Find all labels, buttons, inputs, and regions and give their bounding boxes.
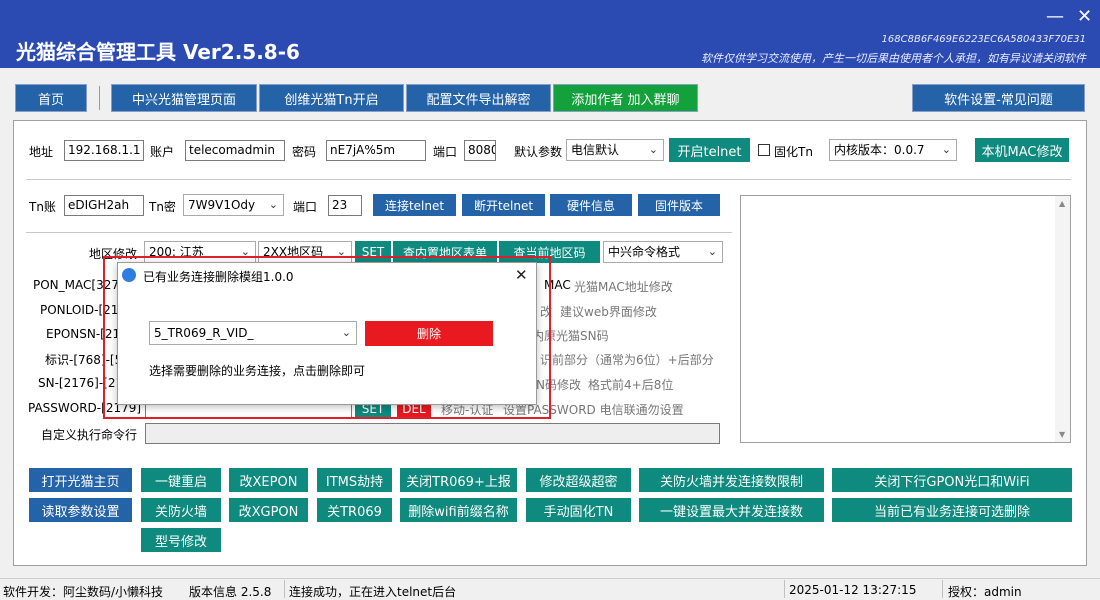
divider [26, 179, 1071, 180]
home-button[interactable]: 首页 [15, 84, 87, 112]
minimize-button[interactable]: — [1046, 8, 1064, 26]
account-input[interactable]: telecomadmin [185, 140, 285, 161]
delete-wifi-prefix-button[interactable]: 删除wifi前缀名称 [400, 498, 517, 522]
pon-mac-hint: 光猫MAC地址修改 [574, 280, 673, 294]
hardware-info-button[interactable]: 硬件信息 [550, 194, 632, 216]
command-format-select[interactable]: 中兴命令格式 ⌄ [603, 241, 723, 263]
log-output-area[interactable] [740, 195, 1071, 443]
fix-tn-label: 固化Tn [774, 145, 813, 159]
chevron-down-icon: ⌄ [707, 245, 717, 258]
app-logo-icon [122, 268, 136, 282]
tn-port-label: 端口 [293, 200, 318, 214]
one-click-reboot-button[interactable]: 一键重启 [141, 468, 221, 492]
port-label: 端口 [433, 145, 458, 159]
close-gpon-wifi-button[interactable]: 关闭下行GPON光口和WiFi [832, 468, 1072, 492]
status-bar [0, 578, 1100, 600]
nav-divider [99, 86, 100, 110]
chevron-down-icon: ⌄ [341, 326, 351, 339]
max-concurrent-button[interactable]: 一键设置最大并发连接数 [639, 498, 824, 522]
password-input[interactable]: nE7jA%5m [326, 140, 426, 161]
port-input[interactable]: 8080 [464, 140, 496, 161]
auth-info: 授权：admin [948, 585, 1022, 599]
version-info: 版本信息 2.5.8 [189, 585, 272, 599]
change-xgpon-button[interactable]: 改XGPON [229, 498, 308, 522]
settings-faq-button[interactable]: 软件设置-常见问题 [912, 84, 1085, 112]
ponloid-hint: 建议web界面修改 [560, 305, 657, 319]
manual-fix-tn-button[interactable]: 手动固化TN [526, 498, 631, 522]
machine-hash: 168C8B6F469E6223EC6A580433F70E31 [881, 34, 1086, 45]
firewall-conn-limit-button[interactable]: 关防火墙并发连接数限制 [639, 468, 824, 492]
dialog-title: 已有业务连接删除模组1.0.0 [143, 270, 294, 284]
close-firewall-button[interactable]: 关防火墙 [141, 498, 221, 522]
add-author-button[interactable]: 添加作者 加入群聊 [553, 84, 698, 112]
kernel-version-select[interactable]: 内核版本：0.0.7 ⌄ [829, 139, 957, 161]
config-export-button[interactable]: 配置文件导出解密 [406, 84, 551, 112]
status-divider [784, 580, 785, 598]
status-message: 连接成功，正在进入telnet后台 [289, 585, 457, 599]
dialog-close-button[interactable]: ✕ [515, 266, 528, 284]
close-tr069-report-button[interactable]: 关闭TR069+上报 [400, 468, 517, 492]
tn-password-select[interactable]: 7W9V1Ody ⌄ [183, 194, 284, 216]
connect-telnet-button[interactable]: 连接telnet [373, 194, 456, 216]
model-modify-button[interactable]: 型号修改 [141, 528, 221, 552]
delete-connections-button[interactable]: 当前已有业务连接可选删除 [832, 498, 1072, 522]
close-tr069-button[interactable]: 关TR069 [317, 498, 392, 522]
disclaimer-text: 软件仅供学习交流使用，产生一切后果由使用者个人承担，如有异议请关闭软件 [701, 52, 1086, 65]
read-params-button[interactable]: 读取参数设置 [29, 498, 132, 522]
mac-modify-button[interactable]: 本机MAC修改 [975, 138, 1069, 162]
identifier-tail: 识前部分（通常为6位）+后部分 [540, 353, 714, 367]
sn-hint: 格式前4+后8位 [588, 378, 674, 392]
custom-command-label: 自定义执行命令行 [41, 428, 138, 442]
tn-account-input[interactable]: eDIGH2ah [64, 195, 144, 216]
tn-password-label: Tn密 [149, 200, 176, 214]
change-xepon-button[interactable]: 改XEPON [229, 468, 308, 492]
divider [26, 232, 732, 233]
dialog-hint: 选择需要删除的业务连接，点击删除即可 [149, 364, 366, 378]
scroll-down-icon[interactable]: ▼ [1059, 430, 1065, 439]
fix-tn-checkbox[interactable] [758, 144, 770, 156]
chevron-down-icon: ⌄ [268, 198, 278, 211]
tn-account-label: Tn账 [29, 200, 56, 214]
modify-super-password-button[interactable]: 修改超级超密 [526, 468, 631, 492]
chevron-down-icon: ⌄ [648, 143, 658, 156]
tn-port-input[interactable]: 23 [328, 195, 362, 216]
address-input[interactable]: 192.168.1.1 [64, 140, 144, 161]
firmware-version-button[interactable]: 固件版本 [638, 194, 720, 216]
address-label: 地址 [29, 145, 54, 159]
disconnect-telnet-button[interactable]: 断开telnet [462, 194, 545, 216]
delete-button[interactable]: 删除 [365, 321, 493, 346]
log-scrollbar[interactable] [1055, 196, 1070, 442]
password-label: 密码 [292, 145, 317, 159]
default-params-select[interactable]: 电信默认 ⌄ [566, 139, 664, 161]
open-telnet-button[interactable]: 开启telnet [669, 138, 750, 162]
custom-command-input[interactable] [145, 423, 720, 444]
zte-manage-button[interactable]: 中兴光猫管理页面 [111, 84, 257, 112]
connection-select[interactable]: 5_TR069_R_VID_ ⌄ [149, 321, 357, 345]
developer-info: 软件开发：阿尘数码/小懒科技 [3, 585, 164, 599]
default-params-label: 默认参数 [514, 145, 563, 159]
status-divider [284, 580, 285, 598]
status-divider [942, 580, 943, 598]
chuangwei-tn-button[interactable]: 创维光猫Tn开启 [259, 84, 404, 112]
chevron-down-icon: ⌄ [941, 143, 951, 156]
scroll-up-icon[interactable]: ▲ [1059, 199, 1065, 208]
account-label: 账户 [150, 145, 175, 159]
close-button[interactable]: ✕ [1077, 8, 1092, 26]
app-title: 光猫综合管理工具 Ver2.5.8-6 [16, 40, 300, 64]
status-datetime: 2025-01-12 13:27:15 [789, 583, 917, 597]
itms-hijack-button[interactable]: ITMS劫持 [317, 468, 392, 492]
open-home-button[interactable]: 打开光猫主页 [29, 468, 132, 492]
